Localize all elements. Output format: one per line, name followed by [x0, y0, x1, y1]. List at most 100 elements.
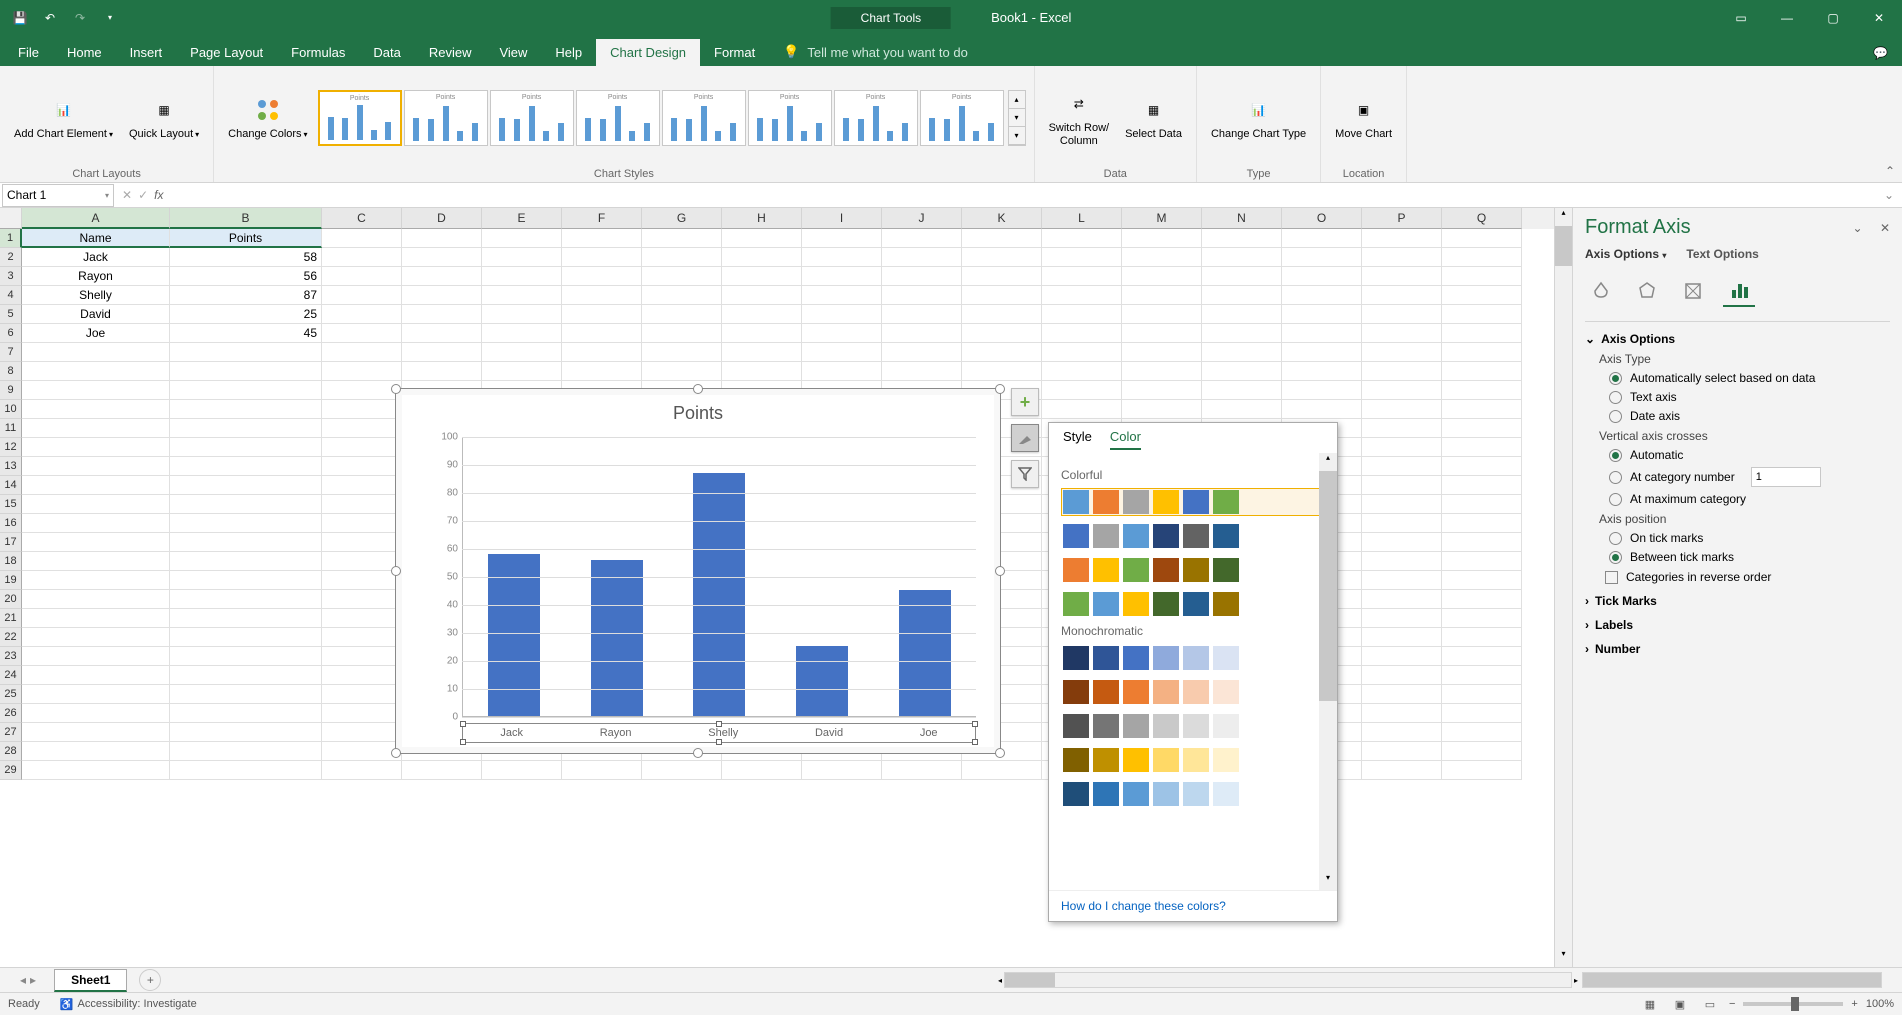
cell[interactable]: [1122, 286, 1202, 305]
zoom-slider[interactable]: [1743, 1002, 1843, 1006]
cell[interactable]: [1442, 704, 1522, 723]
chart-style-thumb[interactable]: Points: [576, 90, 660, 146]
cell[interactable]: [402, 343, 482, 362]
cell[interactable]: [170, 495, 322, 514]
chart-style-thumb[interactable]: Points: [318, 90, 402, 146]
row-header[interactable]: 17: [0, 533, 22, 552]
cell[interactable]: [1442, 685, 1522, 704]
cell[interactable]: [22, 495, 170, 514]
cell[interactable]: [482, 267, 562, 286]
column-header[interactable]: K: [962, 208, 1042, 229]
tab-home[interactable]: Home: [53, 39, 116, 66]
cell[interactable]: [1442, 267, 1522, 286]
cell[interactable]: [22, 742, 170, 761]
cell[interactable]: [322, 723, 402, 742]
redo-icon[interactable]: ↷: [68, 6, 92, 30]
cell[interactable]: [1202, 248, 1282, 267]
cell[interactable]: [322, 704, 402, 723]
cell[interactable]: [482, 343, 562, 362]
cell[interactable]: [22, 761, 170, 780]
chart-handle[interactable]: [995, 748, 1005, 758]
effects-icon[interactable]: [1631, 275, 1663, 307]
cell[interactable]: [170, 628, 322, 647]
cell[interactable]: [642, 362, 722, 381]
gallery-up-icon[interactable]: ▴: [1009, 91, 1025, 109]
cell[interactable]: [1362, 438, 1442, 457]
cell[interactable]: [170, 419, 322, 438]
cell[interactable]: [562, 761, 642, 780]
tab-chart-design[interactable]: Chart Design: [596, 39, 700, 66]
row-header[interactable]: 22: [0, 628, 22, 647]
row-header[interactable]: 29: [0, 761, 22, 780]
cell[interactable]: [1122, 267, 1202, 286]
cell[interactable]: [22, 457, 170, 476]
sheet-nav-next-icon[interactable]: ▸: [30, 973, 36, 987]
cell[interactable]: [170, 514, 322, 533]
cell[interactable]: [1442, 286, 1522, 305]
color-scheme-row[interactable]: [1061, 780, 1325, 808]
cell[interactable]: [322, 343, 402, 362]
cell[interactable]: [482, 229, 562, 248]
opt-automatic[interactable]: Automatic: [1609, 448, 1890, 462]
chart-elements-button[interactable]: +: [1011, 388, 1039, 416]
row-header[interactable]: 20: [0, 590, 22, 609]
cell[interactable]: [322, 419, 402, 438]
cell[interactable]: [562, 248, 642, 267]
cell[interactable]: [1442, 571, 1522, 590]
color-scheme-row[interactable]: [1061, 488, 1325, 516]
color-scheme-row[interactable]: [1061, 590, 1325, 618]
cell[interactable]: [722, 324, 802, 343]
opt-at-category[interactable]: At category number: [1609, 467, 1890, 487]
cell[interactable]: Joe: [22, 324, 170, 343]
cell[interactable]: [1282, 267, 1362, 286]
cell[interactable]: [962, 286, 1042, 305]
cell[interactable]: [170, 742, 322, 761]
cell[interactable]: [802, 286, 882, 305]
cell[interactable]: [170, 400, 322, 419]
color-scheme-row[interactable]: [1061, 712, 1325, 740]
change-colors-button[interactable]: Change Colors▾: [222, 92, 313, 143]
cell[interactable]: [170, 343, 322, 362]
cell[interactable]: [1442, 723, 1522, 742]
cell[interactable]: [22, 400, 170, 419]
row-header[interactable]: 16: [0, 514, 22, 533]
cell[interactable]: [722, 286, 802, 305]
row-header[interactable]: 4: [0, 286, 22, 305]
cell[interactable]: [322, 552, 402, 571]
chart-handle[interactable]: [995, 566, 1005, 576]
row-header[interactable]: 19: [0, 571, 22, 590]
cell[interactable]: [322, 514, 402, 533]
cell[interactable]: [1442, 609, 1522, 628]
cell[interactable]: Shelly: [22, 286, 170, 305]
chart-handle[interactable]: [391, 384, 401, 394]
column-header[interactable]: M: [1122, 208, 1202, 229]
cell[interactable]: [1202, 381, 1282, 400]
color-scheme-row[interactable]: [1061, 644, 1325, 672]
cell[interactable]: [1282, 229, 1362, 248]
zoom-level[interactable]: 100%: [1866, 998, 1894, 1010]
save-icon[interactable]: 💾: [8, 6, 32, 30]
opt-text-axis[interactable]: Text axis: [1609, 390, 1890, 404]
cell[interactable]: [1442, 305, 1522, 324]
cell[interactable]: [322, 457, 402, 476]
row-header[interactable]: 15: [0, 495, 22, 514]
row-header[interactable]: 3: [0, 267, 22, 286]
cell[interactable]: [882, 343, 962, 362]
cell[interactable]: [322, 400, 402, 419]
vertical-scrollbar[interactable]: ▴ ▾: [1554, 208, 1572, 967]
chart-title[interactable]: Points: [402, 395, 994, 432]
cell[interactable]: [322, 647, 402, 666]
cell[interactable]: [1282, 381, 1362, 400]
cell[interactable]: [482, 324, 562, 343]
cell[interactable]: [322, 685, 402, 704]
cell[interactable]: [322, 324, 402, 343]
cell[interactable]: [1362, 723, 1442, 742]
cell[interactable]: [1202, 229, 1282, 248]
quick-layout-button[interactable]: ▦ Quick Layout▾: [123, 92, 205, 143]
cell[interactable]: [1282, 324, 1362, 343]
cell[interactable]: [1442, 666, 1522, 685]
cell[interactable]: [722, 761, 802, 780]
tick-marks-section[interactable]: ›Tick Marks: [1585, 594, 1890, 608]
cell[interactable]: [322, 362, 402, 381]
color-scheme-row[interactable]: [1061, 556, 1325, 584]
